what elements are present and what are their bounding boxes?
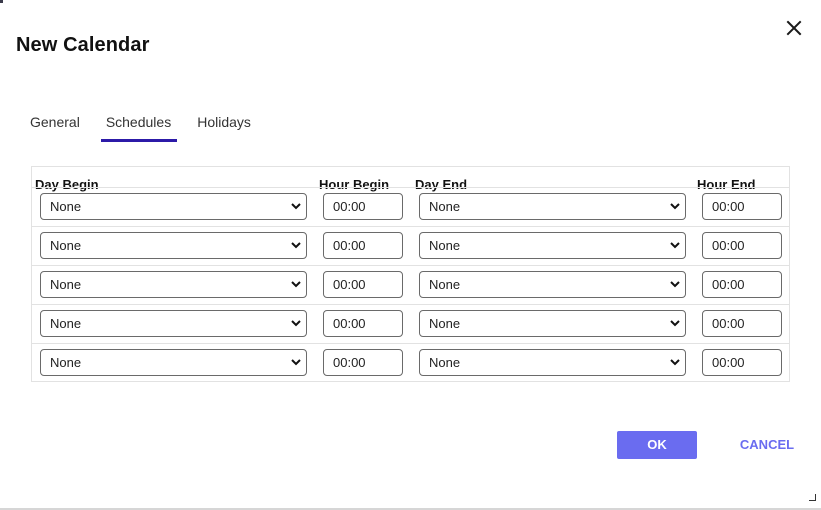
day-begin-select[interactable]: None [40,271,307,298]
cancel-button[interactable]: CANCEL [736,431,798,459]
tab-holidays[interactable]: Holidays [197,114,251,139]
header-hour-end: Hour End [697,177,756,192]
row-divider [32,265,789,266]
dialog-title: New Calendar [16,34,150,56]
close-icon [786,20,802,36]
day-end-select-value: None [429,316,461,331]
day-begin-select-value: None [50,238,82,253]
day-begin-select-value: None [50,199,82,214]
day-end-select-value: None [429,355,461,370]
corner-mark [0,0,3,3]
day-end-select[interactable]: None [419,310,686,337]
header-day-begin: Day Begin [35,177,99,192]
row-divider [32,343,789,344]
day-end-select[interactable]: None [419,193,686,220]
hour-end-input[interactable]: 00:00 [702,310,782,337]
resize-handle[interactable] [809,494,816,501]
close-button[interactable] [784,18,804,38]
header-day-end: Day End [415,177,468,192]
hour-end-input-value: 00:00 [712,238,745,253]
ok-button[interactable]: OK [617,431,697,459]
hour-begin-input-value: 00:00 [333,355,366,370]
tab-bar: General Schedules Holidays [30,114,277,142]
header-hour-begin: Hour Begin [319,177,390,192]
hour-begin-input[interactable]: 00:00 [323,349,403,376]
hour-begin-input[interactable]: 00:00 [323,310,403,337]
hour-begin-input-value: 00:00 [333,238,366,253]
chevron-down-icon [670,281,680,288]
chevron-down-icon [670,320,680,327]
hour-end-input-value: 00:00 [712,316,745,331]
hour-end-input[interactable]: 00:00 [702,193,782,220]
hour-end-input[interactable]: 00:00 [702,271,782,298]
day-end-select-value: None [429,199,461,214]
chevron-down-icon [291,281,301,288]
day-end-select[interactable]: None [419,271,686,298]
day-begin-select[interactable]: None [40,193,307,220]
day-begin-select-value: None [50,277,82,292]
chevron-down-icon [291,242,301,249]
chevron-down-icon [291,359,301,366]
hour-begin-input[interactable]: 00:00 [323,232,403,259]
chevron-down-icon [670,359,680,366]
new-calendar-dialog: New Calendar General Schedules Holidays … [0,0,821,510]
day-begin-select[interactable]: None [40,349,307,376]
hour-begin-input-value: 00:00 [333,277,366,292]
day-end-select[interactable]: None [419,349,686,376]
hour-end-input-value: 00:00 [712,277,745,292]
day-begin-select[interactable]: None [40,310,307,337]
day-end-select-value: None [429,238,461,253]
chevron-down-icon [670,203,680,210]
day-end-select-value: None [429,277,461,292]
day-begin-select[interactable]: None [40,232,307,259]
day-begin-select-value: None [50,316,82,331]
tab-schedules[interactable]: Schedules [100,114,178,142]
day-begin-select-value: None [50,355,82,370]
chevron-down-icon [291,203,301,210]
row-divider [32,304,789,305]
chevron-down-icon [670,242,680,249]
hour-end-input[interactable]: 00:00 [702,232,782,259]
hour-end-input-value: 00:00 [712,199,745,214]
hour-begin-input-value: 00:00 [333,316,366,331]
hour-begin-input[interactable]: 00:00 [323,193,403,220]
hour-end-input-value: 00:00 [712,355,745,370]
tab-general[interactable]: General [30,114,80,139]
hour-end-input[interactable]: 00:00 [702,349,782,376]
hour-begin-input[interactable]: 00:00 [323,271,403,298]
row-divider [32,226,789,227]
day-end-select[interactable]: None [419,232,686,259]
row-divider [32,187,789,188]
hour-begin-input-value: 00:00 [333,199,366,214]
chevron-down-icon [291,320,301,327]
